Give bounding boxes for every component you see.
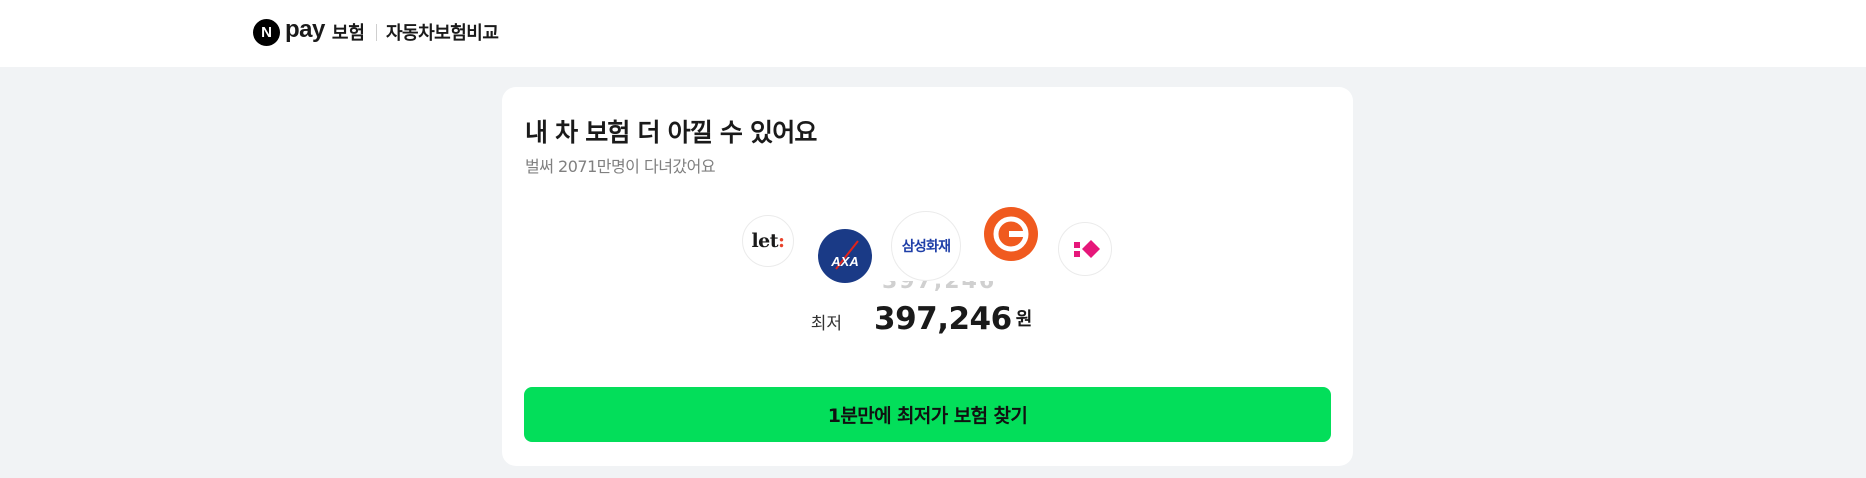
svg-text:AXA: AXA — [830, 254, 858, 269]
axa-logo-mark: AXA — [830, 240, 859, 270]
header-divider — [375, 23, 377, 41]
carrot-insurance-logo — [984, 207, 1038, 261]
brand[interactable]: N pay 보험 자동차보험비교 — [253, 16, 499, 47]
card-headline: 내 차 보험 더 아낄 수 있어요 — [525, 118, 817, 147]
carrot-icon — [993, 216, 1029, 252]
page-title[interactable]: 자동차보험비교 — [386, 19, 499, 45]
samsung-fire-logo: 삼성화재 — [891, 211, 961, 281]
brand-insurance: 보험 — [331, 23, 365, 44]
kb-insurance-logo — [1058, 222, 1112, 276]
price-rolling-ghost: 397,246 — [882, 281, 1002, 293]
brand-pay: pay — [285, 16, 325, 43]
axa-logo: AXA — [818, 229, 872, 283]
comparison-card: 내 차 보험 더 아낄 수 있어요 벌써 2071만명이 다녀갔어요 let: … — [502, 87, 1353, 466]
price-unit: 원 — [1015, 309, 1033, 330]
naver-n-logo: N — [253, 18, 280, 46]
find-lowest-insurance-button[interactable]: 1분만에 최저가 보험 찾기 — [524, 387, 1331, 442]
let-logo: let: — [742, 215, 794, 267]
kb-icon — [1074, 240, 1100, 258]
price-prefix: 최저 — [810, 314, 842, 334]
visitor-count: 벌써 2071만명이 다녀갔어요 — [525, 157, 716, 176]
lowest-price: 최저 397,246 원 — [502, 301, 1353, 337]
price-value: 397,246 — [874, 301, 1012, 337]
top-bar: N pay 보험 자동차보험비교 — [0, 0, 1866, 67]
